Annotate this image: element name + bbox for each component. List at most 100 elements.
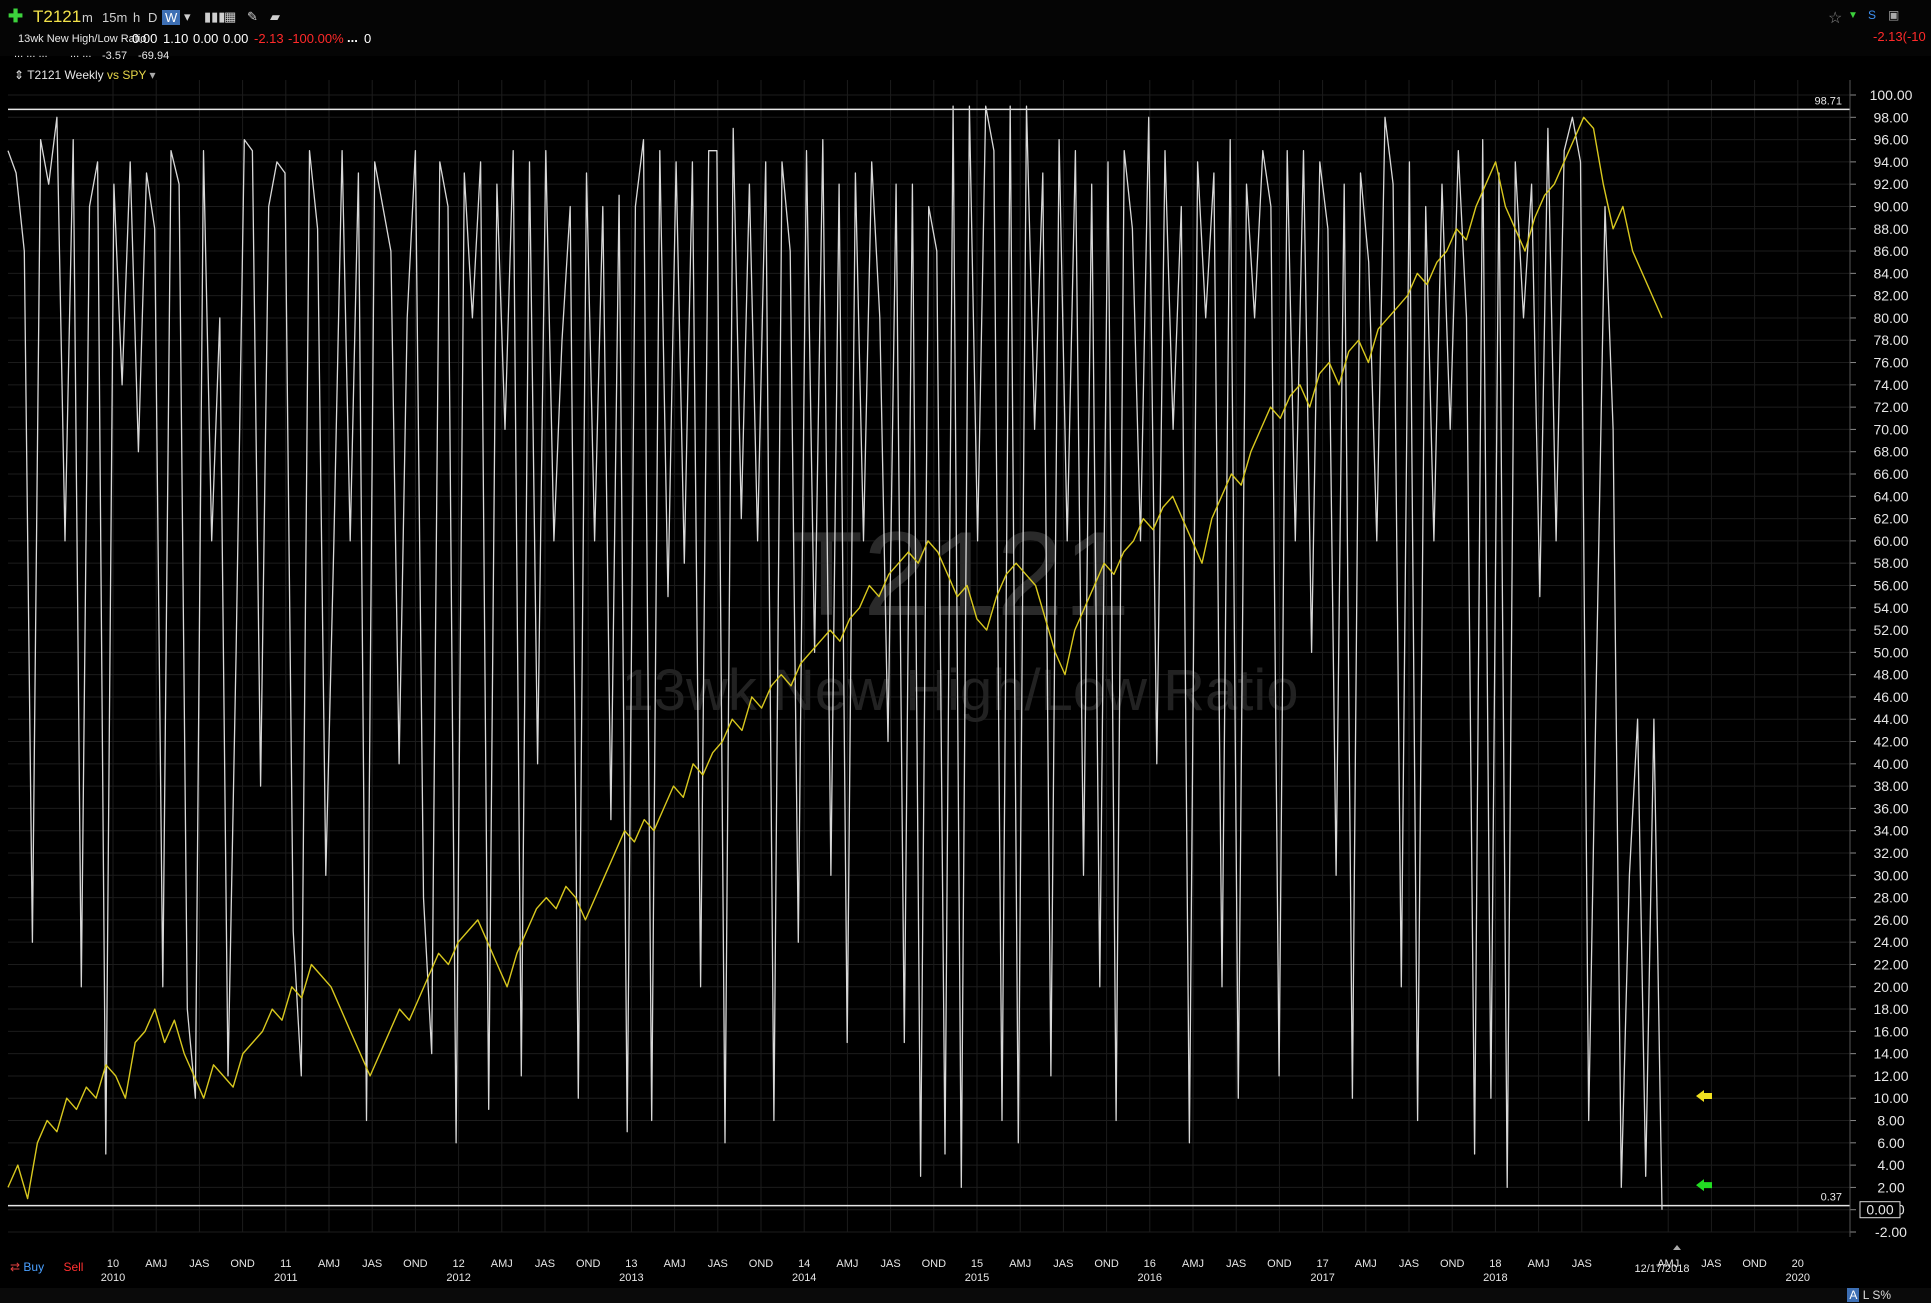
y-tick-label: 80.00 bbox=[1873, 310, 1908, 326]
x-tick-label: OND bbox=[1267, 1258, 1292, 1270]
y-tick-label: 56.00 bbox=[1873, 577, 1908, 593]
x-year-label: 2020 bbox=[1786, 1272, 1810, 1284]
x-tick-label: 13 bbox=[625, 1258, 637, 1270]
auto-scale-button[interactable]: A bbox=[1847, 1288, 1860, 1302]
y-tick-label: 12.00 bbox=[1873, 1068, 1908, 1084]
y-tick-label: 62.00 bbox=[1873, 511, 1908, 527]
x-tick-label: 18 bbox=[1489, 1258, 1501, 1270]
y-tick-label: 18.00 bbox=[1873, 1001, 1908, 1017]
y-tick-label: 28.00 bbox=[1873, 890, 1908, 906]
y-tick-label: 96.00 bbox=[1873, 132, 1908, 148]
y-tick-label: 48.00 bbox=[1873, 667, 1908, 683]
y-tick-label: 6.00 bbox=[1877, 1135, 1904, 1151]
x-tick-label: OND bbox=[1742, 1258, 1767, 1270]
x-tick-label: OND bbox=[403, 1258, 428, 1270]
log-scale-button[interactable]: L bbox=[1863, 1288, 1869, 1302]
x-tick-label: OND bbox=[576, 1258, 601, 1270]
x-tick-label: OND bbox=[1440, 1258, 1465, 1270]
y-tick-label: 60.00 bbox=[1873, 533, 1908, 549]
y-tick-label: 84.00 bbox=[1873, 265, 1908, 281]
y-tick-label: 88.00 bbox=[1873, 221, 1908, 237]
x-tick-label: 10 bbox=[107, 1258, 119, 1270]
trade-icon[interactable]: ⇄ bbox=[10, 1260, 20, 1274]
x-tick-label: OND bbox=[749, 1258, 774, 1270]
y-tick-label: 22.00 bbox=[1873, 956, 1908, 972]
x-tick-label: AMJ bbox=[145, 1258, 167, 1270]
buy-button[interactable]: Buy bbox=[23, 1260, 44, 1274]
x-tick-label: JAS bbox=[1572, 1258, 1592, 1270]
sell-button[interactable]: Sell bbox=[63, 1260, 83, 1274]
x-tick-label: AMJ bbox=[1009, 1258, 1031, 1270]
y-tick-label: 38.00 bbox=[1873, 778, 1908, 794]
x-year-label: 2011 bbox=[274, 1272, 298, 1284]
x-tick-label: 15 bbox=[971, 1258, 983, 1270]
y-tick-label: -2.00 bbox=[1875, 1224, 1907, 1240]
y-tick-label: 98.00 bbox=[1873, 109, 1908, 125]
y-tick-label: 30.00 bbox=[1873, 867, 1908, 883]
x-tick-label: JAS bbox=[362, 1258, 382, 1270]
y-tick-label: 50.00 bbox=[1873, 644, 1908, 660]
x-tick-label: JAS bbox=[881, 1258, 901, 1270]
y-tick-label: 86.00 bbox=[1873, 243, 1908, 259]
y-tick-label: 20.00 bbox=[1873, 979, 1908, 995]
y-tick-label: 4.00 bbox=[1877, 1157, 1904, 1173]
x-year-label: 2014 bbox=[792, 1272, 816, 1284]
y-tick-label: 36.00 bbox=[1873, 800, 1908, 816]
x-year-label: 2010 bbox=[101, 1272, 125, 1284]
y-tick-label: 74.00 bbox=[1873, 377, 1908, 393]
x-tick-label: OND bbox=[922, 1258, 947, 1270]
x-tick-label: OND bbox=[230, 1258, 255, 1270]
y-tick-label: 64.00 bbox=[1873, 488, 1908, 504]
y-tick-label: 24.00 bbox=[1873, 934, 1908, 950]
x-tick-label: JAS bbox=[1053, 1258, 1073, 1270]
watermark-name: 13wk New High/Low Ratio bbox=[622, 658, 1299, 723]
y-tick-label: 58.00 bbox=[1873, 555, 1908, 571]
x-tick-label: 20 bbox=[1792, 1258, 1804, 1270]
x-tick-label: AMJ bbox=[664, 1258, 686, 1270]
y-tick-label: 72.00 bbox=[1873, 399, 1908, 415]
x-tick-label: AMJ bbox=[491, 1258, 513, 1270]
x-tick-label: JAS bbox=[1399, 1258, 1419, 1270]
trade-buttons: ⇄ Buy Sell bbox=[10, 1260, 83, 1274]
y-tick-label: 54.00 bbox=[1873, 600, 1908, 616]
percent-scale-button[interactable]: S% bbox=[1872, 1288, 1891, 1302]
y-tick-label: 52.00 bbox=[1873, 622, 1908, 638]
y-tick-label: 34.00 bbox=[1873, 823, 1908, 839]
y-tick-label: 26.00 bbox=[1873, 912, 1908, 928]
x-tick-label: 12 bbox=[452, 1258, 464, 1270]
y-axis: 100.00 98.00 96.00 94.00 92.00 90.00 88.00 86.0… bbox=[1849, 80, 1913, 1240]
y-tick-label: 40.00 bbox=[1873, 756, 1908, 772]
reference-line-label: 0.37 bbox=[1821, 1192, 1842, 1204]
bottom-bar: A L S% bbox=[0, 1288, 1931, 1303]
t2121-arrow-icon bbox=[1696, 1179, 1712, 1192]
x-tick-label: 17 bbox=[1316, 1258, 1328, 1270]
date-label: 12/17/2018 bbox=[1634, 1263, 1689, 1275]
y-tick-label: 70.00 bbox=[1873, 421, 1908, 437]
x-year-label: 2016 bbox=[1138, 1272, 1162, 1284]
y-tick-label: 46.00 bbox=[1873, 689, 1908, 705]
y-tick-label: 42.00 bbox=[1873, 734, 1908, 750]
right-controls: A L S% bbox=[1847, 1288, 1891, 1302]
x-tick-label: 16 bbox=[1144, 1258, 1156, 1270]
chart-svg[interactable]: T2121 13wk New High/Low Ratio 98.710.37 … bbox=[0, 0, 1931, 1303]
reference-line-label: 98.71 bbox=[1814, 95, 1842, 107]
y-tick-label: 92.00 bbox=[1873, 176, 1908, 192]
y-tick-label: 32.00 bbox=[1873, 845, 1908, 861]
x-tick-label: AMJ bbox=[1182, 1258, 1204, 1270]
y-tick-label: 2.00 bbox=[1877, 1179, 1904, 1195]
x-tick-label: JAS bbox=[189, 1258, 209, 1270]
horizontal-lines: 98.71 0.37 bbox=[8, 95, 1850, 1207]
x-year-label: 2012 bbox=[446, 1272, 470, 1284]
y-tick-label: 94.00 bbox=[1873, 154, 1908, 170]
y-tick-label: 8.00 bbox=[1877, 1113, 1904, 1129]
x-year-label: 2015 bbox=[965, 1272, 989, 1284]
x-tick-label: JAS bbox=[1226, 1258, 1246, 1270]
last-value-label: 0.00 bbox=[1866, 1202, 1893, 1218]
y-tick-label: 66.00 bbox=[1873, 466, 1908, 482]
y-tick-label: 100.00 bbox=[1870, 87, 1913, 103]
x-tick-label: JAS bbox=[1701, 1258, 1721, 1270]
x-tick-label: JAS bbox=[535, 1258, 555, 1270]
x-year-label: 2017 bbox=[1310, 1272, 1334, 1284]
y-tick-label: 90.00 bbox=[1873, 198, 1908, 214]
x-tick-label: AMJ bbox=[1528, 1258, 1550, 1270]
